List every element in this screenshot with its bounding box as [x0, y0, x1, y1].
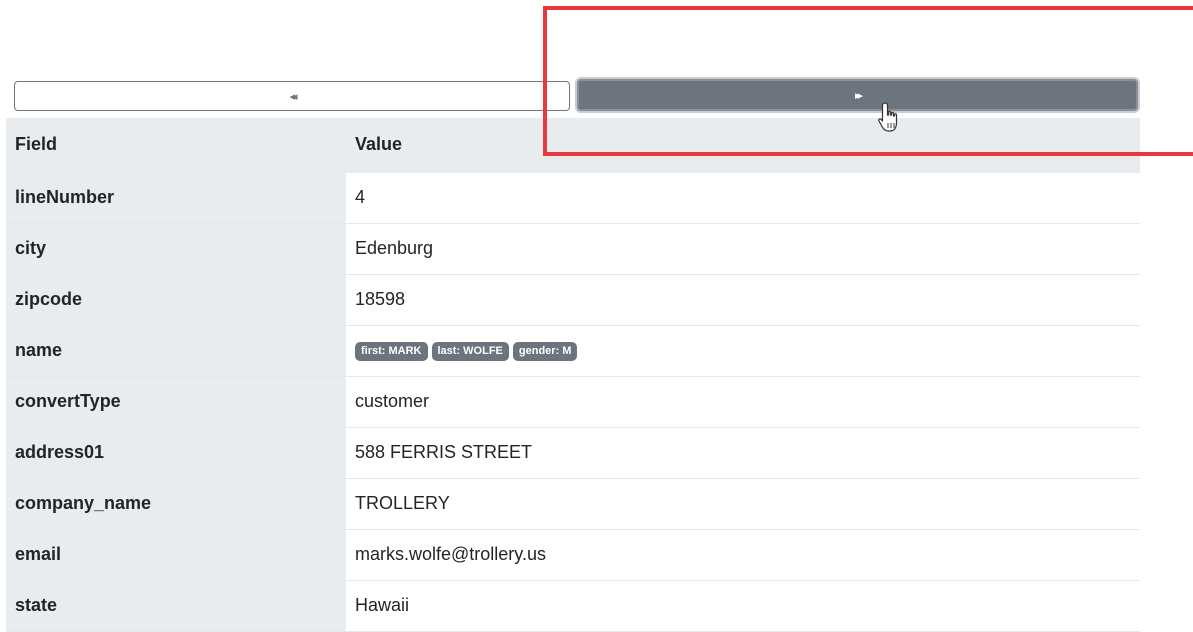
- field-label: state: [6, 580, 346, 632]
- field-label: convertType: [6, 376, 346, 428]
- record-table: Field Value lineNumber 4 city Edenburg z…: [6, 118, 1140, 632]
- field-label: company_name: [6, 478, 346, 530]
- table-row: city Edenburg: [6, 223, 1140, 275]
- field-label: lineNumber: [6, 172, 346, 224]
- double-chevron-left-icon: ◂◂: [289, 89, 297, 103]
- double-chevron-right-icon: ▸▸: [854, 88, 863, 102]
- field-value: 588 FERRIS STREET: [346, 427, 1140, 479]
- table-row: lineNumber 4: [6, 172, 1140, 224]
- table-header-row: Field Value: [6, 118, 1140, 173]
- field-label: city: [6, 223, 346, 275]
- field-label: zipcode: [6, 274, 346, 326]
- record-navigation: ◂◂ ▸▸: [14, 79, 1138, 113]
- field-value: TROLLERY: [346, 478, 1140, 530]
- field-column-header: Field: [6, 118, 346, 173]
- field-label: email: [6, 529, 346, 581]
- table-row: address01 588 FERRIS STREET: [6, 427, 1140, 479]
- field-value: customer: [346, 376, 1140, 428]
- table-row: email marks.wolfe@trollery.us: [6, 529, 1140, 581]
- name-gender-badge: gender: M: [512, 341, 578, 361]
- next-record-button[interactable]: ▸▸: [577, 79, 1138, 111]
- table-row: convertType customer: [6, 376, 1140, 428]
- previous-record-button[interactable]: ◂◂: [14, 81, 570, 111]
- field-label: name: [6, 325, 346, 377]
- name-last-badge: last: WOLFE: [431, 341, 509, 361]
- table-row: state Hawaii: [6, 580, 1140, 632]
- table-row: name first: MARK last: WOLFE gender: M: [6, 325, 1140, 377]
- table-row: zipcode 18598: [6, 274, 1140, 326]
- field-value: Hawaii: [346, 580, 1140, 632]
- table-row: company_name TROLLERY: [6, 478, 1140, 530]
- field-value: marks.wolfe@trollery.us: [346, 529, 1140, 581]
- field-value: Edenburg: [346, 223, 1140, 275]
- field-value-badges: first: MARK last: WOLFE gender: M: [346, 325, 1140, 377]
- field-value: 18598: [346, 274, 1140, 326]
- field-label: address01: [6, 427, 346, 479]
- name-first-badge: first: MARK: [355, 341, 428, 361]
- value-column-header: Value: [346, 118, 1140, 173]
- field-value: 4: [346, 172, 1140, 224]
